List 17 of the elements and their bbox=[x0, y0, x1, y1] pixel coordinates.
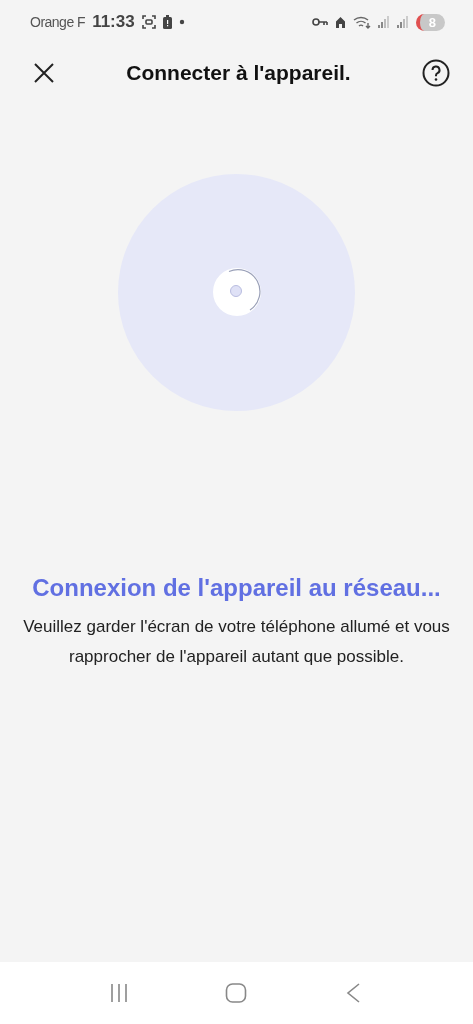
key-icon bbox=[311, 17, 328, 27]
clock-time: 11:33 bbox=[92, 12, 135, 32]
battery-alert-icon bbox=[162, 15, 172, 29]
screenshot-icon bbox=[141, 15, 156, 29]
home-icon bbox=[334, 16, 346, 28]
close-icon bbox=[33, 62, 55, 84]
page-title: Connecter à l'appareil. bbox=[126, 61, 351, 85]
signal-icon bbox=[396, 16, 409, 28]
loading-spinner-icon bbox=[211, 267, 262, 317]
signal-icon bbox=[377, 16, 390, 28]
wifi-icon bbox=[352, 15, 371, 29]
status-heading: Connexion de l'appareil au réseau... bbox=[31, 574, 442, 602]
carrier-name: Orange F bbox=[30, 14, 86, 30]
home-button-icon bbox=[225, 982, 248, 1004]
instruction-text: Veuillez garder l'écran de votre téléphone allumé et vous rapprocher de l'appareil autant que possible. bbox=[22, 616, 451, 668]
help-icon bbox=[422, 59, 450, 87]
dot-icon bbox=[178, 19, 185, 25]
